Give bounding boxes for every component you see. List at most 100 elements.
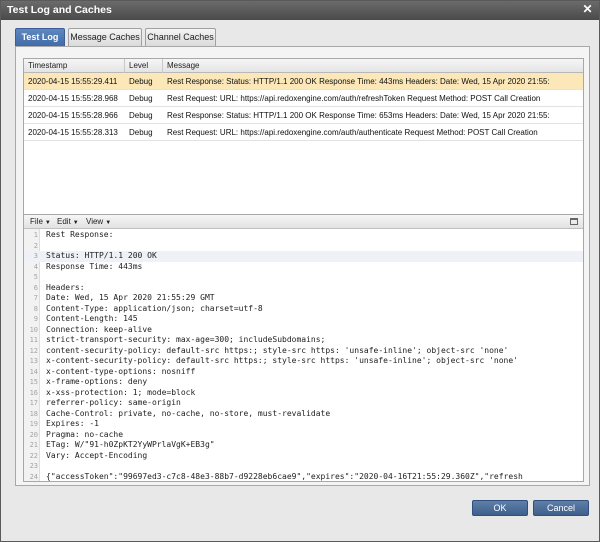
- message-viewer: File ▼ Edit ▼ View ▼ 1 Rest Response: 2 3 Statu…: [23, 214, 584, 482]
- row-level: Debug: [129, 128, 153, 137]
- line-number: 10: [29, 325, 38, 334]
- code-line-text: Date: Wed, 15 Apr 2020 21:55:29 GMT: [46, 293, 215, 302]
- code-line: 22 Vary: Accept-Encoding: [24, 451, 583, 462]
- line-number: 21: [29, 441, 38, 449]
- test-log-dialog: Test Log and Caches ✕ Test Log Message C…: [0, 0, 600, 542]
- code-line: 5: [24, 272, 583, 283]
- row-timestamp: 2020-04-15 15:55:28.313: [28, 128, 118, 137]
- code-line-text: {"accessToken":"99697ed3-c7c8-48e3-88b7-…: [46, 471, 523, 481]
- line-number: 13: [29, 357, 38, 365]
- chevron-down-icon: ▼: [72, 220, 79, 226]
- code-line-text: x-xss-protection: 1; mode=block: [46, 387, 196, 397]
- code-line-text: Vary: Accept-Encoding: [46, 450, 148, 460]
- line-number: 12: [29, 346, 38, 355]
- row-timestamp: 2020-04-15 15:55:29.411: [28, 77, 118, 86]
- row-message: Rest Request: URL: https://api.redoxengi…: [167, 94, 541, 103]
- table-row[interactable]: 2020-04-15 15:55:28.313 Debug Rest Reque…: [24, 124, 583, 141]
- line-number: 9: [33, 315, 38, 323]
- table-row[interactable]: 2020-04-15 15:55:29.411 Debug Rest Respo…: [24, 73, 583, 90]
- line-number: 20: [29, 430, 38, 439]
- line-number: 14: [29, 367, 38, 376]
- code-line-text: Pragma: no-cache: [46, 429, 124, 439]
- code-area[interactable]: 1 Rest Response: 2 3 Status: HTTP/1.1 200 OK…: [24, 230, 583, 482]
- row-level: Debug: [129, 77, 153, 86]
- code-line: 14 x-content-type-options: nosniff: [24, 367, 583, 378]
- code-line: 12 content-security-policy: default-src h…: [24, 346, 583, 357]
- line-number: 17: [29, 399, 38, 407]
- code-line: 1 Rest Response:: [24, 230, 583, 241]
- code-line-text: strict-transport-security: max-age=300; …: [46, 335, 326, 344]
- table-row[interactable]: 2020-04-15 15:55:28.968 Debug Rest Reque…: [24, 90, 583, 107]
- code-line: 13 x-content-security-policy: default-src…: [24, 356, 583, 367]
- code-line: 23: [24, 461, 583, 472]
- line-number: 19: [29, 420, 38, 428]
- line-number: 8: [33, 304, 38, 313]
- code-line: 4 Response Time: 443ms: [24, 262, 583, 273]
- row-level: Debug: [129, 94, 153, 103]
- line-number: 3: [33, 252, 38, 260]
- code-line-text: Headers:: [46, 282, 85, 292]
- column-header-timestamp[interactable]: Timestamp: [24, 59, 125, 73]
- log-table-header: Timestamp Level Message: [24, 59, 583, 73]
- maximize-icon[interactable]: [570, 218, 578, 225]
- menu-file[interactable]: File ▼: [30, 215, 51, 229]
- code-line-text: x-frame-options: deny: [46, 377, 148, 386]
- row-message: Rest Request: URL: https://api.redoxengi…: [167, 128, 538, 137]
- line-number: 1: [33, 231, 38, 239]
- menu-edit-label: Edit: [57, 217, 71, 226]
- line-number: 6: [33, 283, 38, 292]
- code-line: 8 Content-Type: application/json; charset…: [24, 304, 583, 315]
- line-number: 23: [29, 462, 38, 470]
- code-line-text: Response Time: 443ms: [46, 261, 143, 271]
- menu-file-label: File: [30, 217, 43, 226]
- code-line: 6 Headers:: [24, 283, 583, 294]
- ok-button[interactable]: OK: [472, 500, 528, 516]
- close-icon[interactable]: ✕: [581, 3, 594, 16]
- code-line-text: x-content-security-policy: default-src h…: [46, 356, 519, 365]
- row-timestamp: 2020-04-15 15:55:28.966: [28, 111, 118, 120]
- code-line: 21 ETag: W/"91-h0ZpKT2YyWPrlaVgK+EB3g": [24, 440, 583, 451]
- line-number: 22: [29, 451, 38, 460]
- code-line: 15 x-frame-options: deny: [24, 377, 583, 388]
- tab-test-log[interactable]: Test Log: [15, 28, 65, 47]
- dialog-title: Test Log and Caches: [7, 4, 112, 16]
- code-line: 17 referrer-policy: same-origin: [24, 398, 583, 409]
- line-number: 16: [29, 388, 38, 397]
- menu-edit[interactable]: Edit ▼: [57, 215, 79, 229]
- code-line-text: referrer-policy: same-origin: [46, 398, 181, 407]
- code-line-text: Rest Response:: [46, 230, 114, 239]
- code-line: 24 {"accessToken":"99697ed3-c7c8-48e3-88b…: [24, 471, 583, 482]
- chevron-down-icon: ▼: [44, 220, 51, 226]
- row-message: Rest Response: Status: HTTP/1.1 200 OK R…: [167, 77, 550, 86]
- line-number: 15: [29, 378, 38, 386]
- code-line-text: Status: HTTP/1.1 200 OK: [46, 251, 157, 260]
- line-number: 2: [33, 241, 38, 250]
- code-line: 16 x-xss-protection: 1; mode=block: [24, 388, 583, 399]
- table-row[interactable]: 2020-04-15 15:55:28.966 Debug Rest Respo…: [24, 107, 583, 124]
- code-line-text: ETag: W/"91-h0ZpKT2YyWPrlaVgK+EB3g": [46, 440, 215, 449]
- cancel-button[interactable]: Cancel: [533, 500, 589, 516]
- column-header-message[interactable]: Message: [163, 59, 583, 73]
- row-level: Debug: [129, 111, 153, 120]
- tab-channel-caches[interactable]: Channel Caches: [145, 28, 216, 47]
- row-timestamp: 2020-04-15 15:55:28.968: [28, 94, 118, 103]
- dialog-title-bar: Test Log and Caches ✕: [1, 1, 599, 20]
- code-line: 9 Content-Length: 145: [24, 314, 583, 325]
- viewer-toolbar: File ▼ Edit ▼ View ▼: [24, 215, 583, 229]
- code-line: 3 Status: HTTP/1.1 200 OK: [24, 251, 583, 262]
- column-header-level[interactable]: Level: [125, 59, 163, 73]
- code-line: 11 strict-transport-security: max-age=300…: [24, 335, 583, 346]
- code-line: 19 Expires: -1: [24, 419, 583, 430]
- code-line-text: Cache-Control: private, no-cache, no-sto…: [46, 408, 331, 418]
- tab-message-caches[interactable]: Message Caches: [68, 28, 142, 47]
- code-line: 10 Connection: keep-alive: [24, 325, 583, 336]
- menu-view[interactable]: View ▼: [86, 215, 111, 229]
- code-line-text: Content-Length: 145: [46, 314, 138, 323]
- code-line: 20 Pragma: no-cache: [24, 430, 583, 441]
- row-message: Rest Response: Status: HTTP/1.1 200 OK R…: [167, 111, 550, 120]
- code-line-text: Content-Type: application/json; charset=…: [46, 303, 263, 313]
- code-line-text: Connection: keep-alive: [46, 324, 152, 334]
- menu-view-label: View: [86, 217, 104, 226]
- code-line: 7 Date: Wed, 15 Apr 2020 21:55:29 GMT: [24, 293, 583, 304]
- chevron-down-icon: ▼: [105, 220, 112, 226]
